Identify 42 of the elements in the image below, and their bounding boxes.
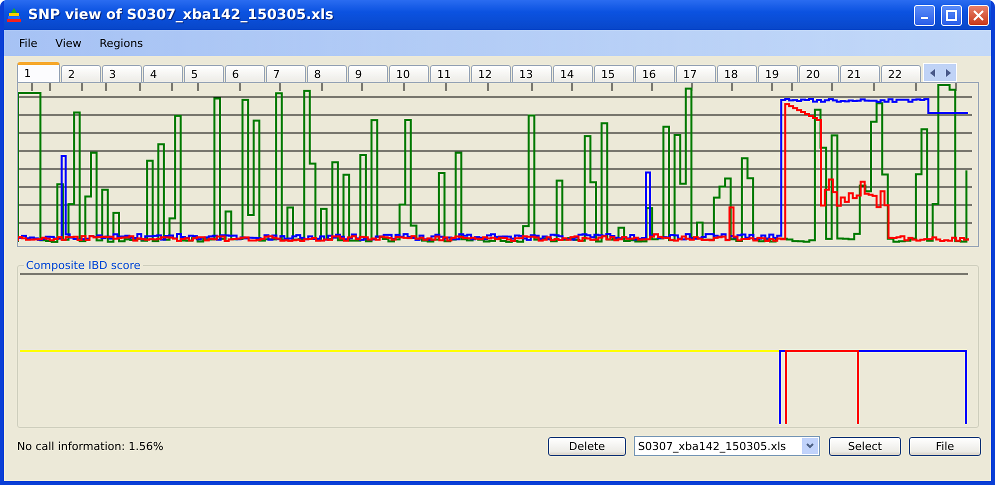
chromosome-tab[interactable]: 4: [143, 65, 183, 82]
chromosome-tab[interactable]: 12: [471, 65, 511, 82]
chromosome-tab[interactable]: 19: [758, 65, 798, 82]
close-button[interactable]: [968, 4, 989, 26]
delete-button[interactable]: Delete: [548, 436, 626, 456]
chromosome-tab[interactable]: 5: [184, 65, 224, 82]
chromosome-tab[interactable]: 11: [430, 65, 470, 82]
chromosome-tab[interactable]: 13: [512, 65, 552, 82]
chromosome-tab[interactable]: 7: [266, 65, 306, 82]
chevron-down-icon: [806, 443, 814, 449]
right-arrow-icon[interactable]: [946, 68, 950, 76]
chromosome-tab[interactable]: 8: [307, 65, 347, 82]
window-title: SNP view of S0307_xba142_150305.xls: [28, 7, 334, 23]
chromosome-tab[interactable]: 22: [881, 65, 921, 82]
chromosome-tab[interactable]: 10: [389, 65, 429, 82]
chromosome-tab[interactable]: 3: [102, 65, 142, 82]
chromosome-tab[interactable]: 21: [840, 65, 880, 82]
chromosome-tab[interactable]: 14: [553, 65, 593, 82]
chromosome-tab[interactable]: 15: [594, 65, 634, 82]
group-title: Composite IBD score: [25, 259, 142, 272]
chromosome-tab[interactable]: 1: [17, 62, 60, 82]
tab-scroll-buttons[interactable]: [923, 63, 957, 82]
chromosome-tab[interactable]: 2: [61, 65, 101, 82]
chromosome-tab[interactable]: 20: [799, 65, 839, 82]
left-arrow-icon[interactable]: [930, 68, 934, 76]
file-button[interactable]: File: [909, 436, 981, 456]
close-icon: [973, 10, 984, 20]
app-icon: [6, 7, 22, 23]
minimize-button[interactable]: [914, 4, 935, 26]
maximize-icon: [946, 10, 957, 20]
chromosome-tab[interactable]: 18: [717, 65, 757, 82]
menu-item[interactable]: View: [48, 34, 89, 52]
chromosome-tab[interactable]: 17: [676, 65, 716, 82]
menu-item[interactable]: File: [12, 34, 44, 52]
status-text: No call information: 1.56%: [17, 440, 164, 452]
chromosome-tab[interactable]: 9: [348, 65, 388, 82]
select-button[interactable]: Select: [829, 436, 901, 456]
chromosome-tab[interactable]: 16: [635, 65, 675, 82]
chromosome-tab[interactable]: 6: [225, 65, 265, 82]
maximize-button[interactable]: [941, 4, 962, 26]
file-dropdown[interactable]: S0307_xba142_150305.xls: [634, 436, 820, 456]
menu-item[interactable]: Regions: [92, 34, 150, 52]
